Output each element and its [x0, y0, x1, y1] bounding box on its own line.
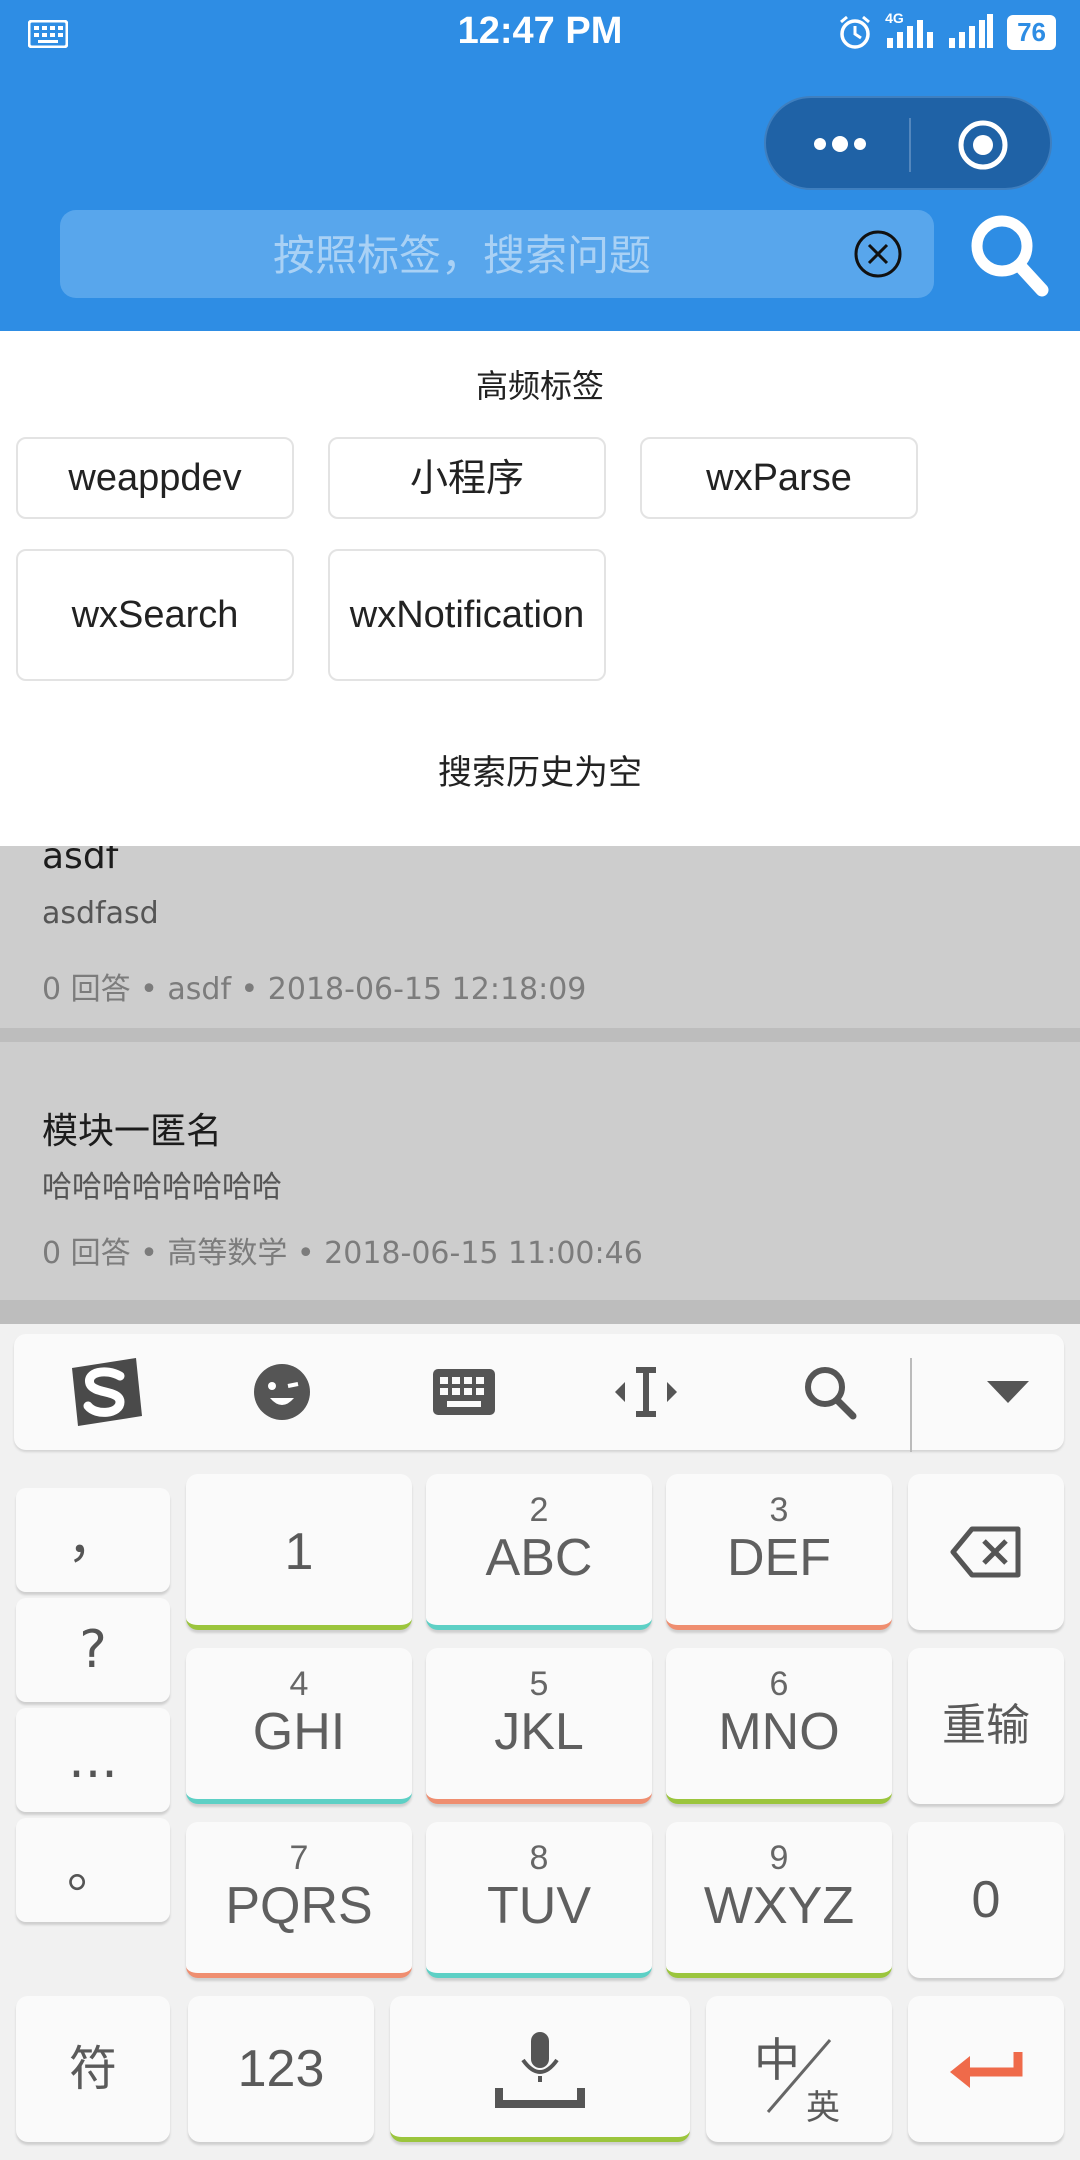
reinput-key[interactable]: 重输 — [908, 1648, 1064, 1804]
key-1[interactable]: 1 — [186, 1474, 412, 1630]
question-item[interactable]: 模块一匿名 哈哈哈哈哈哈哈哈 0 回答 • 高等数学 • 2018-06-15 … — [0, 1042, 1080, 1300]
symbols-key[interactable]: 符 — [16, 1996, 170, 2142]
question-meta: 0 回答 • asdf • 2018-06-15 12:18:09 — [42, 972, 587, 1007]
key-letters: TUV — [487, 1877, 591, 1935]
key-number: 6 — [769, 1665, 789, 1703]
cursor-move-icon[interactable] — [606, 1352, 686, 1432]
keyboard-switch-icon[interactable] — [424, 1352, 504, 1432]
key-letters: ABC — [485, 1529, 593, 1587]
key-label: 0 — [971, 1871, 1001, 1929]
list-separator — [0, 1028, 1080, 1042]
key-number: 2 — [529, 1491, 549, 1529]
enter-icon — [950, 2052, 1023, 2088]
key-question[interactable]: ? — [16, 1598, 170, 1702]
tag-wxnotification[interactable]: wxNotification — [328, 549, 606, 681]
key-comma[interactable]: ， — [16, 1488, 170, 1592]
key-7-pqrs[interactable]: 7 PQRS — [186, 1822, 412, 1978]
key-number: 3 — [769, 1491, 789, 1529]
tag-wxsearch[interactable]: wxSearch — [16, 549, 294, 681]
ime-keyboard: ， ? ... 。 1 2 ABC 3 DEF 4 GHI 5 JKL 6 MN… — [0, 1324, 1080, 2160]
numbers-key[interactable]: 123 — [188, 1996, 374, 2142]
keyboard-search-icon[interactable] — [790, 1352, 870, 1432]
mini-program-capsule — [764, 96, 1052, 190]
key-2-abc[interactable]: 2 ABC — [426, 1474, 652, 1630]
key-5-jkl[interactable]: 5 JKL — [426, 1648, 652, 1804]
question-title: asdf — [42, 846, 119, 877]
status-icons: 4G 76 — [837, 10, 1056, 50]
question-item[interactable]: asdf asdfasd 0 回答 • asdf • 2018-06-15 12… — [0, 846, 1080, 1028]
tag-mini-program[interactable]: 小程序 — [328, 437, 606, 519]
key-period[interactable]: 。 — [16, 1818, 170, 1922]
key-ellipsis[interactable]: ... — [16, 1708, 170, 1812]
key-letters: GHI — [252, 1703, 346, 1761]
search-history-empty: 搜索历史为空 — [438, 753, 642, 793]
search-suggestion-panel: 高频标签 weappdev 小程序 wxParse wxSearch wxNot… — [0, 331, 1080, 846]
search-icon[interactable] — [966, 210, 1050, 300]
tag-weappdev[interactable]: weappdev — [16, 437, 294, 519]
alarm-icon — [840, 15, 871, 49]
key-letters: DEF — [727, 1529, 831, 1587]
key-9-wxyz[interactable]: 9 WXYZ — [666, 1822, 892, 1978]
sogou-logo-icon[interactable] — [58, 1352, 154, 1432]
status-bar: 12:47 PM 4G 76 — [0, 0, 1080, 72]
signal-4g-icon: 4G — [885, 10, 935, 50]
space-voice-key[interactable] — [390, 1996, 690, 2142]
key-number: 8 — [529, 1839, 549, 1877]
key-8-tuv[interactable]: 8 TUV — [426, 1822, 652, 1978]
key-letters: WXYZ — [703, 1877, 855, 1935]
tag-wxparse[interactable]: wxParse — [640, 437, 918, 519]
key-4-ghi[interactable]: 4 GHI — [186, 1648, 412, 1804]
lang-sub-label: 英 — [806, 2088, 840, 2128]
key-label: 重输 — [942, 1700, 1030, 1751]
key-3-def[interactable]: 3 DEF — [666, 1474, 892, 1630]
key-number: 7 — [289, 1839, 309, 1877]
signal-icon — [949, 14, 994, 48]
key-letters: MNO — [718, 1703, 840, 1761]
question-meta: 0 回答 • 高等数学 • 2018-06-15 11:00:46 — [42, 1236, 643, 1271]
backspace-key[interactable] — [908, 1474, 1064, 1630]
close-mini-program-icon[interactable] — [956, 118, 1010, 172]
toolbar-divider — [910, 1358, 912, 1452]
key-label: 符 — [68, 2041, 117, 2097]
hot-tags-title: 高频标签 — [475, 367, 604, 405]
key-0[interactable]: 0 — [908, 1822, 1064, 1978]
backspace-icon — [950, 1526, 1021, 1578]
keyboard-toolbar — [14, 1334, 1064, 1452]
enter-key[interactable] — [908, 1996, 1064, 2142]
key-label: 1 — [284, 1523, 314, 1581]
question-body: asdfasd — [42, 896, 159, 931]
capsule-divider — [909, 118, 911, 172]
question-title: 模块一匿名 — [42, 1111, 223, 1152]
microphone-icon — [495, 2032, 585, 2108]
emoji-icon[interactable] — [242, 1352, 322, 1432]
search-input[interactable] — [100, 220, 824, 290]
language-switch-key[interactable]: 中 英 — [706, 1996, 892, 2142]
app-header: 12:47 PM 4G 76 — [0, 0, 1080, 331]
key-letters: JKL — [494, 1703, 584, 1761]
search-bar — [60, 210, 934, 298]
key-number: 9 — [769, 1839, 789, 1877]
key-number: 5 — [529, 1665, 549, 1703]
list-separator — [0, 1300, 1080, 1324]
key-letters: PQRS — [225, 1877, 373, 1935]
collapse-keyboard-icon[interactable] — [968, 1352, 1048, 1432]
key-6-mno[interactable]: 6 MNO — [666, 1648, 892, 1804]
clear-search-icon[interactable] — [853, 229, 903, 279]
battery-level: 76 — [1007, 14, 1056, 50]
key-number: 4 — [289, 1665, 309, 1703]
question-body: 哈哈哈哈哈哈哈哈 — [42, 1170, 282, 1205]
key-label: 123 — [237, 2040, 325, 2098]
more-icon[interactable] — [810, 124, 870, 164]
